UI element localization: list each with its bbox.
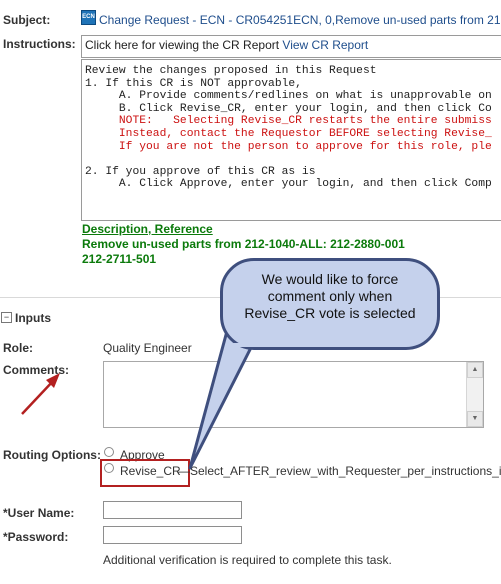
instructions-lines: Review the changes proposed in this Requ… [82, 60, 501, 191]
view-cr-report-link[interactable]: View CR Report [282, 38, 368, 52]
callout-seam [232, 343, 270, 347]
approve-radio[interactable] [104, 447, 114, 457]
callout-balloon: We would like to force comment only when… [220, 258, 440, 350]
routing-options-label: Routing Options: [3, 448, 101, 462]
instructions-label: Instructions: [3, 37, 76, 51]
comments-scrollbar[interactable]: ▲ ▼ [466, 362, 483, 427]
instruction-line: Instead, contact the Requestor BEFORE se… [85, 127, 492, 140]
subject-label: Subject: [3, 13, 51, 27]
instructions-text-box: Review the changes proposed in this Requ… [81, 59, 501, 221]
password-input[interactable] [103, 526, 242, 544]
revise-cr-radio[interactable] [104, 463, 114, 473]
callout-text: We would like to force comment only when… [244, 271, 416, 321]
scroll-down-icon[interactable]: ▼ [467, 411, 483, 427]
instruction-line: NOTE: Selecting Revise_CR restarts the e… [85, 115, 492, 128]
instruction-line: A. Click Approve, enter your login, and … [85, 178, 492, 191]
instruction-line: Review the changes proposed in this Requ… [85, 65, 377, 77]
instruction-line: B. Click Revise_CR, enter your login, an… [85, 102, 492, 115]
cr-report-text: Click here for viewing the CR Report [85, 38, 283, 52]
ecn-icon: ECN [81, 10, 96, 25]
instruction-line: A. Provide comments/redlines on what is … [85, 90, 492, 103]
username-label: *User Name: [3, 506, 75, 520]
inputs-section-title: Inputs [15, 311, 51, 325]
instruction-line [85, 153, 501, 166]
instruction-line: 1. If this CR is NOT approvable, [85, 77, 302, 90]
description-heading[interactable]: Description, Reference [82, 222, 405, 237]
cr-report-box: Click here for viewing the CR Report Vie… [81, 35, 501, 58]
collapse-icon[interactable]: − [1, 312, 12, 323]
scroll-up-icon[interactable]: ▲ [467, 362, 483, 378]
password-label: *Password: [3, 530, 69, 544]
instruction-line: If you are not the person to approve for… [85, 140, 492, 153]
annotation-arrow-icon [21, 373, 60, 415]
verification-text: Additional verification is required to c… [103, 553, 392, 567]
instruction-line: 2. If you approve of this CR as is [85, 165, 316, 178]
role-label: Role: [3, 341, 33, 355]
username-input[interactable] [103, 501, 242, 519]
description-line-1: Remove un-used parts from 212-1040-ALL: … [82, 237, 405, 251]
subject-link[interactable]: Change Request - ECN - CR054251ECN, 0,Re… [99, 13, 501, 27]
